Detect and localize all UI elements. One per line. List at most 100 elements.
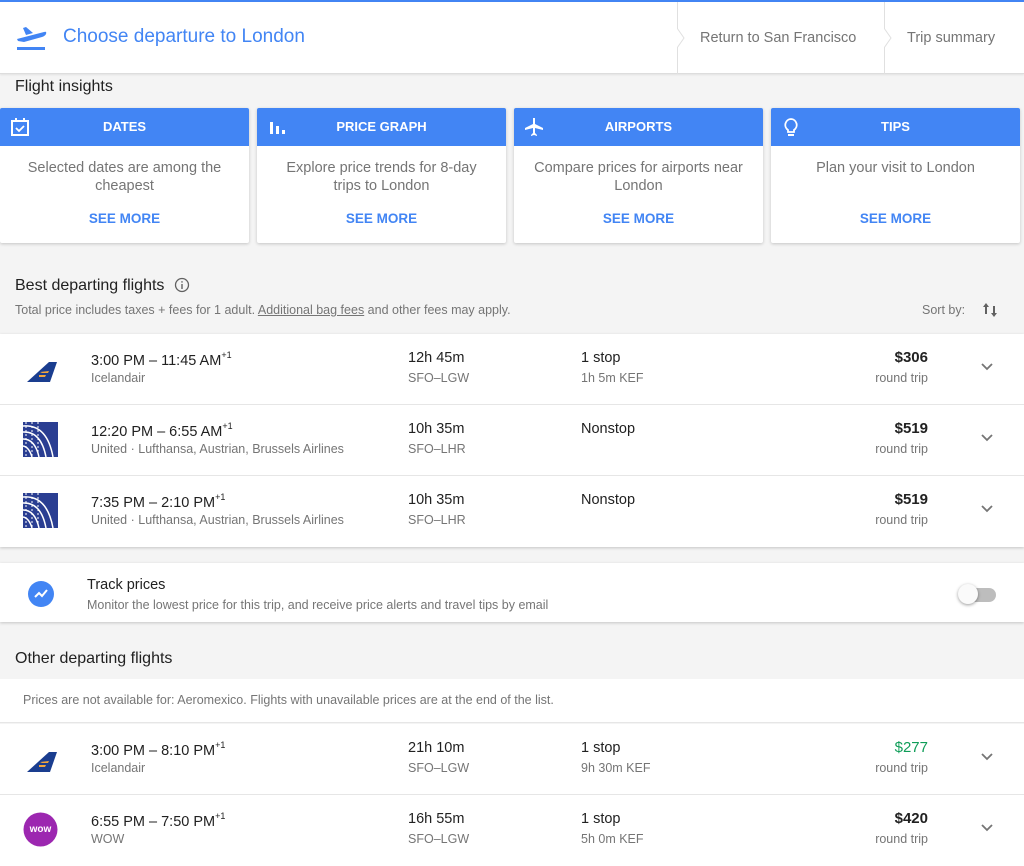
page-title: Choose departure to London	[63, 26, 305, 47]
track-prices-subtitle: Monitor the lowest price for this trip, …	[87, 598, 549, 612]
svg-text:wow: wow	[29, 824, 52, 835]
insight-card-tips[interactable]: TIPS Plan your visit to London SEE MORE	[771, 108, 1020, 243]
step-return[interactable]: Return to San Francisco	[677, 2, 884, 74]
card-label: AIRPORTS	[604, 119, 673, 134]
see-more-link[interactable]: SEE MORE	[514, 211, 763, 226]
chevron-right-icon	[677, 28, 685, 48]
bag-fees-link[interactable]: Additional bag fees	[258, 303, 364, 317]
price-note: round trip	[875, 761, 928, 775]
flight-price: $519	[894, 491, 928, 508]
price-note: round trip	[875, 442, 928, 456]
layover-info: 5h 0m KEF	[581, 832, 644, 846]
best-flights-list: 3:00 PM – 11:45 AM+1 Icelandair 12h 45m …	[0, 334, 1024, 547]
airline-name: United · Lufthansa, Austrian, Brussels A…	[91, 442, 344, 456]
icelandair-logo-icon	[27, 752, 57, 772]
flight-row[interactable]: 12:20 PM – 6:55 AM+1 United · Lufthansa,…	[0, 405, 1024, 476]
flight-row[interactable]: 7:35 PM – 2:10 PM+1 United · Lufthansa, …	[0, 476, 1024, 547]
airline-name: United · Lufthansa, Austrian, Brussels A…	[91, 513, 344, 527]
step-return-label: Return to San Francisco	[700, 30, 857, 46]
card-text: Plan your visit to London	[816, 160, 975, 176]
flight-duration: 10h 35m	[408, 492, 465, 508]
bar-chart-icon	[270, 122, 285, 134]
flight-price: $420	[894, 810, 928, 827]
chevron-down-icon[interactable]	[980, 433, 994, 443]
flight-times: 3:00 PM – 8:10 PM+1	[91, 740, 226, 759]
track-prices-toggle[interactable]	[958, 584, 998, 604]
track-prices-panel: Track prices Monitor the lowest price fo…	[0, 563, 1024, 622]
info-icon[interactable]	[174, 277, 190, 293]
flight-insights-title: Flight insights	[15, 78, 113, 95]
flight-route: SFO–LHR	[408, 513, 466, 527]
flight-price: $277	[894, 739, 928, 756]
price-note: Total price includes taxes + fees for 1 …	[15, 303, 511, 317]
flight-duration: 21h 10m	[408, 740, 465, 756]
best-flights-title: Best departing flights	[15, 277, 165, 294]
insight-card-price-graph[interactable]: PRICE GRAPH Explore price trends for 8-d…	[257, 108, 506, 243]
lightbulb-icon	[784, 118, 798, 136]
flight-route: SFO–LGW	[408, 371, 470, 385]
chevron-down-icon[interactable]	[980, 362, 994, 372]
layover-info: 1h 5m KEF	[581, 371, 644, 385]
flight-times: 6:55 PM – 7:50 PM+1	[91, 811, 226, 830]
card-text: Selected dates are among the cheapest	[27, 160, 222, 194]
flight-price: $519	[894, 420, 928, 437]
price-note-prefix: Total price includes taxes + fees for 1 …	[15, 303, 258, 317]
trending-icon	[28, 581, 54, 607]
chevron-down-icon[interactable]	[980, 504, 994, 514]
other-flights-list: 3:00 PM – 8:10 PM+1 Icelandair 21h 10m S…	[0, 724, 1024, 866]
flight-price: $306	[894, 349, 928, 366]
united-logo-icon	[23, 422, 58, 457]
flight-times: 3:00 PM – 11:45 AM+1	[91, 350, 232, 369]
layover-info: 9h 30m KEF	[581, 761, 651, 775]
airline-name: Icelandair	[91, 761, 146, 775]
calendar-check-icon	[11, 118, 29, 136]
card-text: Explore price trends for 8-day trips to …	[286, 160, 477, 194]
wow-logo-icon: wow	[23, 812, 58, 847]
card-label: TIPS	[881, 119, 910, 134]
flight-route: SFO–LGW	[408, 761, 470, 775]
flight-route: SFO–LGW	[408, 832, 470, 846]
chevron-right-icon	[884, 28, 892, 48]
step-trip-summary[interactable]: Trip summary	[884, 2, 1024, 74]
see-more-link[interactable]: SEE MORE	[257, 211, 506, 226]
flight-stops: 1 stop	[581, 740, 621, 756]
flight-stops: 1 stop	[581, 350, 621, 366]
flight-duration: 10h 35m	[408, 421, 465, 437]
other-flights-title: Other departing flights	[15, 650, 173, 667]
price-note-suffix: and other fees may apply.	[364, 303, 511, 317]
airplane-icon	[525, 118, 543, 136]
united-logo-icon	[23, 493, 58, 528]
chevron-down-icon[interactable]	[980, 752, 994, 762]
chevron-down-icon[interactable]	[980, 823, 994, 833]
flight-row[interactable]: 3:00 PM – 8:10 PM+1 Icelandair 21h 10m S…	[0, 724, 1024, 795]
flight-takeoff-icon	[17, 27, 47, 50]
flight-duration: 12h 45m	[408, 350, 465, 366]
icelandair-logo-icon	[27, 362, 57, 382]
card-label: PRICE GRAPH	[336, 119, 427, 134]
unavailable-notice: Prices are not available for: Aeromexico…	[0, 679, 1024, 723]
card-text: Compare prices for airports near London	[534, 160, 743, 194]
insight-card-airports[interactable]: AIRPORTS Compare prices for airports nea…	[514, 108, 763, 243]
insight-card-dates[interactable]: DATES Selected dates are among the cheap…	[0, 108, 249, 243]
flight-route: SFO–LHR	[408, 442, 466, 456]
price-note: round trip	[875, 832, 928, 846]
flight-row[interactable]: 3:00 PM – 11:45 AM+1 Icelandair 12h 45m …	[0, 334, 1024, 405]
card-label: DATES	[102, 119, 147, 134]
airline-name: Icelandair	[91, 371, 146, 385]
step-trip-summary-label: Trip summary	[907, 30, 996, 46]
flight-times: 7:35 PM – 2:10 PM+1	[91, 492, 226, 511]
page-header: Choose departure to London Return to San…	[0, 2, 1024, 74]
sort-icon[interactable]	[980, 300, 1000, 320]
see-more-link[interactable]: SEE MORE	[771, 211, 1020, 226]
sort-by-label: Sort by:	[922, 303, 966, 317]
flight-stops: 1 stop	[581, 811, 621, 827]
price-note: round trip	[875, 513, 928, 527]
flight-row[interactable]: wow 6:55 PM – 7:50 PM+1 WOW 16h 55m SFO–…	[0, 795, 1024, 866]
flight-stops: Nonstop	[581, 492, 636, 508]
flight-times: 12:20 PM – 6:55 AM+1	[91, 421, 233, 440]
track-prices-title: Track prices	[87, 577, 166, 593]
unavailable-notice-text: Prices are not available for: Aeromexico…	[23, 693, 554, 707]
flight-stops: Nonstop	[581, 421, 636, 437]
see-more-link[interactable]: SEE MORE	[0, 211, 249, 226]
price-note: round trip	[875, 371, 928, 385]
